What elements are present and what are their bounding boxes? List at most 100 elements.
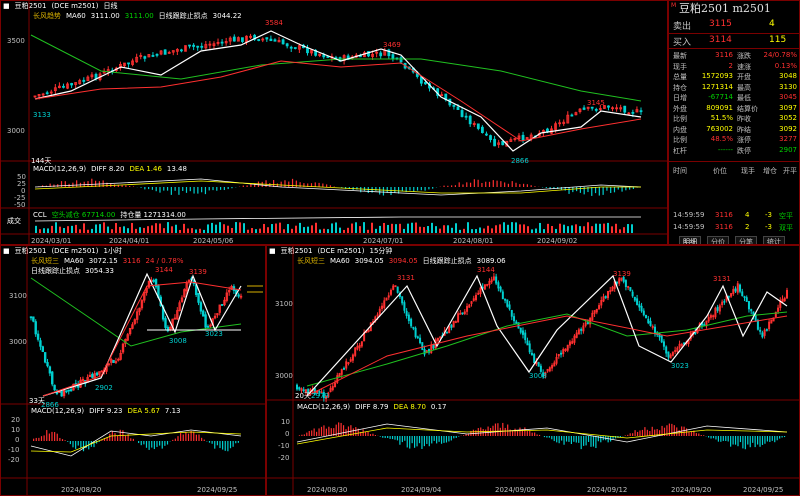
label-high: 3139 xyxy=(613,270,631,278)
tab-price[interactable]: 分价 xyxy=(707,236,729,244)
volume-bar xyxy=(239,222,241,233)
volume-bar xyxy=(207,224,209,233)
daily-candle xyxy=(501,140,505,146)
volume-bar xyxy=(423,227,425,233)
volume-bar xyxy=(75,224,77,233)
label-high: 3131 xyxy=(713,275,731,283)
x-date: 2024/09/25 xyxy=(197,486,238,494)
macd-tick: -10 xyxy=(278,442,290,450)
macd-tick: 10 xyxy=(11,426,20,434)
daily-candle xyxy=(480,126,484,133)
fifteen-candle xyxy=(640,305,643,312)
hourly-candle xyxy=(91,373,94,378)
hourly-candle xyxy=(202,310,205,317)
fifteen-candle xyxy=(642,310,645,316)
stop-line xyxy=(306,315,788,397)
label-bar-count: 20天 xyxy=(295,392,311,400)
hourly-candle xyxy=(39,340,42,347)
volume-bar xyxy=(203,229,205,233)
label-low-3133: 3133 xyxy=(33,111,51,119)
hourly-candle xyxy=(220,304,224,306)
macd-tick: -20 xyxy=(278,454,290,462)
daily-candle xyxy=(623,105,627,113)
label-low: 3023 xyxy=(205,330,223,338)
volume-bar xyxy=(515,222,517,233)
volume-bar xyxy=(147,226,149,233)
fifteen-candle xyxy=(586,322,589,325)
volume-bar xyxy=(599,223,601,233)
volume-bar xyxy=(479,227,481,233)
fifteen-candle xyxy=(761,332,764,338)
volume-bar xyxy=(195,229,197,233)
quote-stat-row: 现手 2 速涨 0.13% xyxy=(673,61,797,71)
volume-bar xyxy=(99,224,101,233)
fifteen-candle xyxy=(302,389,305,392)
tab-stats[interactable]: 统计 xyxy=(763,236,785,244)
volume-bar xyxy=(139,227,141,233)
volume-bar xyxy=(339,227,341,233)
x-date: 2024/04/01 xyxy=(109,237,150,245)
volume-bar xyxy=(87,229,89,233)
quote-title: 豆粕2501 m2501 xyxy=(679,2,771,15)
daily-candle xyxy=(639,110,643,113)
volume-bar xyxy=(319,229,321,233)
daily-candle xyxy=(232,36,236,42)
buy-row[interactable]: 买入 3114 115 xyxy=(669,35,799,48)
fifteen-min-chart-panel[interactable]: ■ 豆粕2501 (DCE m2501) 15分钟 长风短三 MA60 3094.05 30… xyxy=(266,245,800,496)
hourly-candlestick-chart[interactable] xyxy=(1,246,266,496)
hourly-candle xyxy=(36,333,40,340)
daily-candle xyxy=(188,44,191,47)
fifteen-candle xyxy=(513,316,516,322)
volume-bar xyxy=(451,227,453,233)
daily-candle xyxy=(269,38,273,42)
volume-bar xyxy=(267,227,269,233)
fifteen-min-candlestick-chart[interactable] xyxy=(267,246,800,496)
fifteen-candle xyxy=(743,296,746,298)
volume-bar xyxy=(107,226,109,233)
daily-candle xyxy=(594,108,598,111)
volume-bar xyxy=(415,222,417,233)
volume-bar xyxy=(351,223,353,233)
volume-bar xyxy=(343,229,345,233)
volume-bar xyxy=(183,223,185,233)
macd-tick: 10 xyxy=(281,418,290,426)
volume-bar xyxy=(123,226,125,233)
label-high: 3144 xyxy=(477,266,495,274)
daily-chart-panel[interactable]: ■ 豆粕2501 (DCE m2501) 日线 长风趋势 MA60 3111.00 3111… xyxy=(0,0,668,245)
volume-bar xyxy=(331,223,333,233)
volume-bar xyxy=(71,225,73,233)
volume-bar xyxy=(151,225,153,233)
x-date: 2024/08/01 xyxy=(453,237,494,245)
volume-bar xyxy=(115,223,117,233)
volume-bar xyxy=(199,228,201,233)
fifteen-candle xyxy=(396,286,399,293)
hourly-candle xyxy=(164,318,167,328)
volume-bar xyxy=(391,223,393,233)
daily-candle xyxy=(155,53,159,56)
daily-candle xyxy=(241,37,244,42)
volume-bar xyxy=(379,225,381,233)
volume-bar xyxy=(111,229,113,233)
tab-detail[interactable]: 明细 xyxy=(679,236,701,244)
hourly-chart-panel[interactable]: ■ 豆粕2501 (DCE m2501) 1小时 长风短三 MA60 3072.15 311… xyxy=(0,245,266,496)
fifteen-candle xyxy=(734,288,737,292)
fifteen-candle xyxy=(521,330,524,335)
quote-stat-row: 比例 48.5% 涨停 3277 xyxy=(673,135,797,144)
tab-ticks[interactable]: 分笔 xyxy=(735,236,757,244)
volume-bar xyxy=(67,226,69,233)
fifteen-candle xyxy=(665,346,668,354)
sell-row[interactable]: 卖出 3115 4 xyxy=(669,19,799,32)
volume-bar xyxy=(535,228,537,233)
volume-bar xyxy=(303,227,305,233)
daily-candle xyxy=(281,39,285,45)
fifteen-candle xyxy=(510,309,513,317)
volume-bar xyxy=(231,227,233,233)
volume-bar xyxy=(455,223,457,233)
volume-bar xyxy=(163,228,165,233)
fifteen-candle xyxy=(756,320,759,330)
daily-candlestick-chart[interactable] xyxy=(1,1,668,245)
quote-stat-row: 持仓 1271314 最高 3130 xyxy=(673,82,797,92)
label-high-3469: 3469 xyxy=(383,41,401,49)
volume-bar xyxy=(447,225,449,233)
daily-candle xyxy=(289,46,293,49)
